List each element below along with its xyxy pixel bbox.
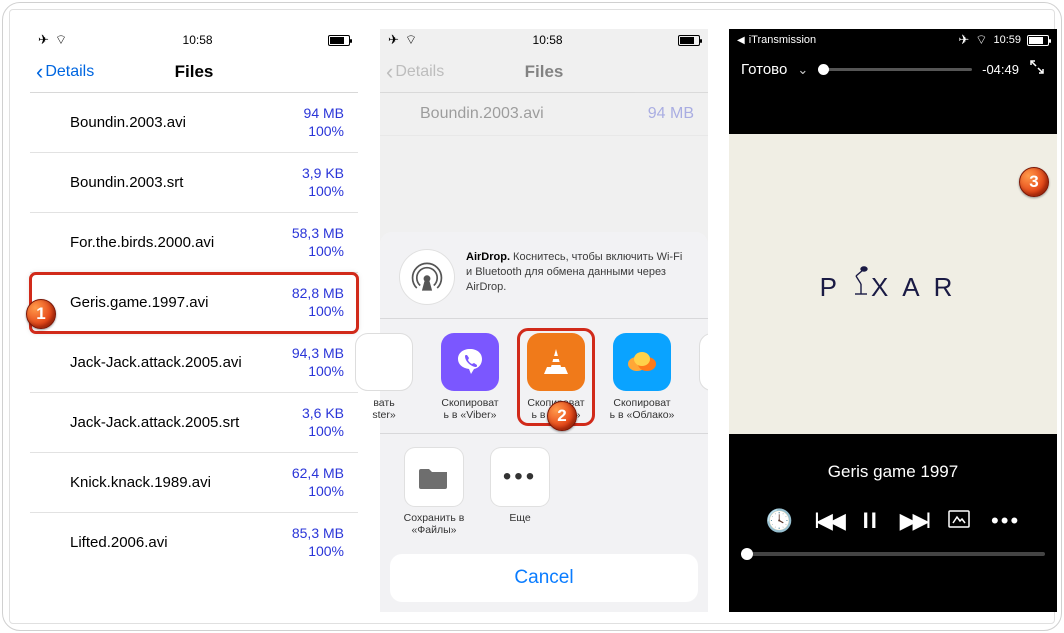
pixar-logo: P X A R (820, 266, 967, 303)
airdrop-icon (400, 250, 454, 304)
file-row-selected[interactable]: Geris.game.1997.avi82,8 MB100% (30, 273, 358, 333)
pause-button[interactable]: II (863, 508, 879, 534)
share-app-row[interactable]: ватьster» Скопировать в «Viber» Скопиров… (348, 319, 708, 433)
battery-icon (328, 35, 350, 46)
share-app-partial-right[interactable]: Скопив «Doc (692, 333, 708, 423)
file-row[interactable]: Jack-Jack.attack.2005.srt3,6 KB100% (30, 393, 358, 453)
chevron-down-icon[interactable]: ⌄ (797, 62, 808, 78)
cancel-button[interactable]: Cancel (390, 554, 698, 602)
player-top-bar: Готово ⌄ -04:49 (729, 51, 1057, 88)
luxo-lamp-icon (851, 266, 871, 303)
file-row[interactable]: Lifted.2006.avi85,3 MB100% (30, 513, 358, 572)
file-row[interactable]: Knick.knack.1989.avi62,4 MB100% (30, 453, 358, 513)
share-app-cloud[interactable]: Скопировать в «Облако» (606, 333, 678, 423)
file-row[interactable]: For.the.birds.2000.avi58,3 MB100% (30, 213, 358, 273)
time-remaining: -04:49 (982, 62, 1019, 77)
file-row[interactable]: Boundin.2003.avi94 MB100% (30, 93, 358, 153)
file-list[interactable]: Boundin.2003.avi94 MB100% Boundin.2003.s… (30, 93, 358, 572)
more-icon[interactable]: ••• (991, 508, 1020, 534)
airplane-mode-icon: ✈ (958, 32, 969, 48)
nav-title: Files (175, 62, 214, 82)
status-bar: ◀iTransmission ✈⌔10:59 (729, 29, 1057, 51)
wifi-icon: ⌔ (55, 32, 67, 48)
airplane-mode-icon: ✈ (38, 32, 49, 48)
folder-icon (405, 448, 463, 506)
done-button[interactable]: Готово (741, 61, 787, 78)
battery-icon (1027, 35, 1049, 46)
more-action[interactable]: •••Еще (484, 448, 556, 536)
status-time: 10:59 (993, 34, 1021, 46)
screenshot-video-player: ◀iTransmission ✈⌔10:59 Готово ⌄ -04:49 P… (729, 29, 1057, 612)
progress-bar[interactable] (741, 552, 1045, 556)
share-action-row: Сохранить в «Файлы» •••Еще (380, 434, 708, 554)
video-title: Geris game 1997 (729, 434, 1057, 504)
callout-badge-1: 1 (26, 299, 56, 329)
share-app-partial-left[interactable]: ватьster» (348, 333, 420, 423)
back-to-app[interactable]: iTransmission (749, 34, 816, 46)
save-to-files-action[interactable]: Сохранить в «Файлы» (398, 448, 470, 536)
file-row[interactable]: Jack-Jack.attack.2005.avi94,3 MB100% (30, 333, 358, 393)
screenshot-files-list: ✈ ⌔ 10:58 ‹Details Files Boundin.2003.avi… (30, 29, 358, 612)
wifi-icon: ⌔ (975, 32, 987, 48)
share-sheet: AirDrop. Коснитесь, чтобы включить Wi-Fi… (380, 232, 708, 612)
status-time: 10:58 (183, 33, 213, 47)
file-row[interactable]: Boundin.2003.srt3,9 KB100% (30, 153, 358, 213)
chevron-left-icon: ‹ (36, 61, 43, 83)
playback-controls: 🕓 I◀◀ II ▶▶I ••• (729, 504, 1057, 538)
back-label: Details (45, 63, 94, 81)
callout-badge-2: 2 (547, 401, 577, 431)
screenshot-share-sheet: ✈⌔ 10:58 ‹Details Files Boundin.2003.avi… (380, 29, 708, 612)
scrubber[interactable] (818, 68, 972, 71)
ellipsis-icon: ••• (491, 448, 549, 506)
airdrop-text: AirDrop. Коснитесь, чтобы включить Wi-Fi… (466, 250, 688, 295)
airdrop-row[interactable]: AirDrop. Коснитесь, чтобы включить Wi-Fi… (380, 244, 708, 318)
status-bar: ✈ ⌔ 10:58 (30, 29, 358, 51)
fullscreen-icon[interactable] (1029, 59, 1045, 80)
aspect-ratio-icon[interactable] (948, 508, 970, 534)
back-button[interactable]: ‹Details (36, 61, 94, 83)
next-track-button[interactable]: ▶▶I (900, 508, 928, 534)
nav-bar: ‹Details Files (30, 51, 358, 93)
callout-badge-3: 3 (1019, 167, 1049, 197)
video-frame[interactable]: P X A R (729, 134, 1057, 434)
prev-track-button[interactable]: I◀◀ (814, 508, 842, 534)
share-app-viber[interactable]: Скопировать в «Viber» (434, 333, 506, 423)
history-icon[interactable]: 🕓 (766, 508, 793, 534)
